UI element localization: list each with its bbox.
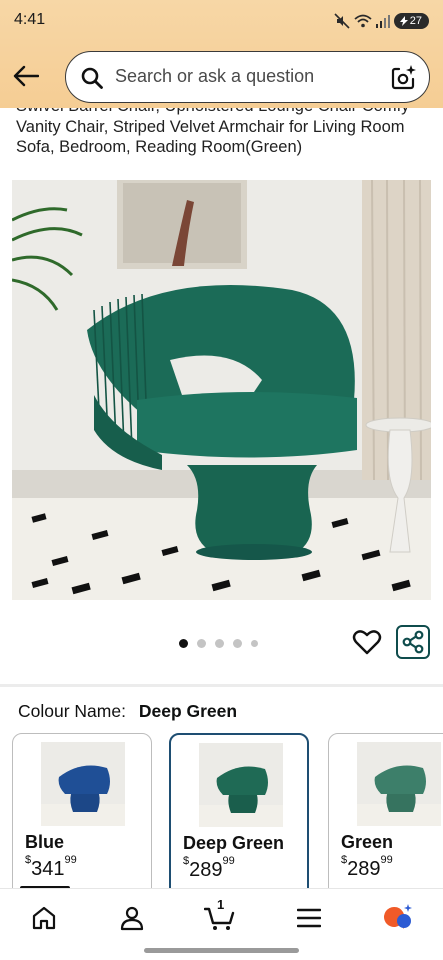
search-input[interactable]: Search or ask a question [65,51,430,103]
search-placeholder: Search or ask a question [115,66,315,86]
colour-label: Colour Name: [18,701,126,721]
nav-home[interactable] [27,901,61,935]
swatch-blue[interactable]: Blue $34199 [12,733,152,893]
swatch-price: $28999 [341,854,393,880]
mute-icon [334,13,350,29]
wishlist-button[interactable] [352,627,382,657]
swatch-name: Deep Green [183,833,285,853]
nav-menu[interactable] [292,901,326,935]
carousel-dot[interactable] [197,639,206,648]
share-icon [402,630,424,654]
section-divider [0,684,443,687]
swatch-deep-green[interactable]: Deep Green $28999 [169,733,309,893]
battery-level: 27 [409,15,422,27]
battery-bolt-icon [399,16,408,26]
swatch-thumbnail [357,742,441,826]
swatch-price: $34199 [25,854,77,880]
swatch-thumbnail [199,743,283,827]
carousel-dots [179,639,258,648]
search-icon [81,67,103,89]
menu-icon [297,908,321,928]
share-button[interactable] [396,625,430,659]
signal-icon [375,15,390,28]
status-icons: 27 [334,11,429,31]
colour-selected-value: Deep Green [138,701,238,721]
heart-icon [352,630,382,655]
swatch-name: Green [341,832,394,852]
nav-cart[interactable]: 1 [203,897,237,935]
back-button[interactable] [10,60,42,92]
nav-ai-assistant[interactable] [381,901,415,935]
swatch-green[interactable]: Green $28999 [328,733,443,893]
home-icon [32,906,56,930]
product-title: Swivel Barrel Chair, Upholstered Lounge … [16,108,409,156]
nav-account[interactable] [115,901,149,935]
cart-count: 1 [217,897,225,912]
colour-swatches: Blue $34199 Deep Green $28999 Green $289… [0,733,443,893]
home-indicator[interactable] [144,948,299,953]
product-title-block: Swivel Barrel Chair, Upholstered Lounge … [16,108,431,178]
carousel-dot[interactable] [251,640,258,647]
swatch-price: $28999 [183,855,235,881]
camera-lens-icon[interactable] [391,64,417,90]
battery-indicator: 27 [393,13,429,29]
swatch-name: Blue [25,832,65,852]
status-time: 4:41 [14,11,46,28]
ai-assistant-icon [384,904,412,929]
back-arrow-icon [13,65,39,87]
top-header: 4:41 27 Search or ask a question [0,0,443,108]
carousel-dot[interactable] [215,639,224,648]
account-icon [120,906,144,931]
chair-photo [12,180,431,600]
swatch-thumbnail [41,742,125,826]
carousel-dot[interactable] [179,639,188,648]
wifi-icon [354,14,372,28]
product-image[interactable] [12,180,431,600]
carousel-dot[interactable] [233,639,242,648]
colour-name-row: Colour Name: Deep Green [18,701,237,722]
status-bar: 4:41 27 [0,0,443,42]
